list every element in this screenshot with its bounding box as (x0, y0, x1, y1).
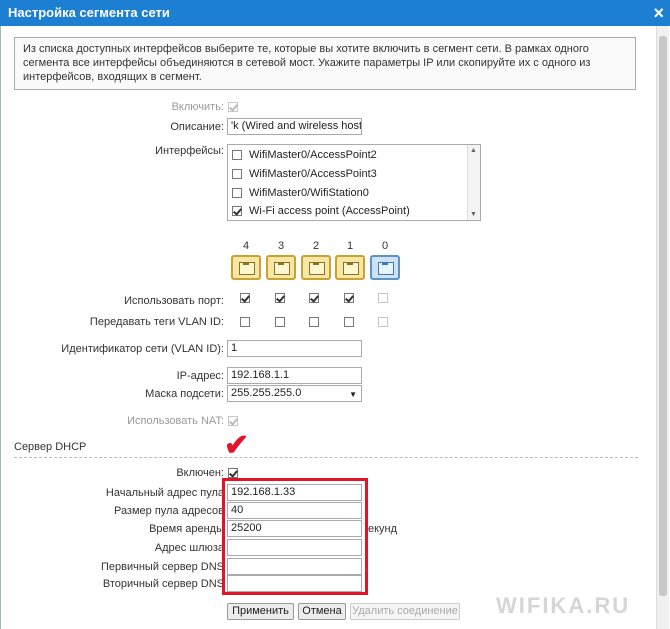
dhcp-section-title: Сервер DHCP (14, 441, 87, 453)
interface-checkbox[interactable] (232, 169, 242, 179)
lease-label: Время аренды (149, 523, 224, 535)
mask-value: 255.255.255.0 (231, 387, 302, 399)
enable-label: Включить: (171, 101, 224, 113)
scroll-up-icon[interactable]: ▲ (470, 147, 477, 154)
dhcp-enabled-checkbox[interactable] (228, 468, 238, 478)
dns1-label: Первичный сервер DNS (100, 561, 224, 573)
interface-checkbox[interactable] (232, 188, 242, 198)
interface-label: Wi-Fi access point (AccessPoint) (249, 205, 410, 217)
use-port-label: Использовать порт: (124, 295, 224, 307)
dns2-label: Вторичный сервер DNS (102, 578, 224, 590)
nat-label: Использовать NAT: (127, 415, 224, 427)
vlan-tag-checkbox[interactable] (240, 317, 250, 327)
highlight-box (222, 478, 368, 595)
port-number: 4 (242, 240, 250, 252)
vlan-tag-checkbox (378, 317, 388, 327)
ethernet-port-icon (266, 255, 296, 280)
dialog-scrollbar[interactable] (656, 26, 669, 629)
use-port-checkbox[interactable] (309, 293, 319, 303)
red-checkmark-icon: ✔ (224, 429, 250, 462)
ethernet-port-icon (335, 255, 365, 280)
cancel-button[interactable]: Отмена (298, 603, 346, 620)
scrollbar-thumb[interactable] (659, 36, 667, 596)
port-number: 0 (381, 240, 389, 252)
nat-checkbox[interactable] (228, 416, 238, 426)
gateway-label: Адрес шлюза (154, 542, 224, 554)
interface-label: WifiMaster0/AccessPoint2 (249, 149, 377, 161)
chevron-down-icon: ▼ (349, 390, 357, 399)
mask-label: Маска подсети: (145, 388, 224, 400)
pool-start-label: Начальный адрес пула (105, 487, 224, 499)
interfaces-label: Интерфейсы: (155, 145, 224, 157)
interfaces-list[interactable]: WifiMaster0/AccessPoint2 WifiMaster0/Acc… (227, 144, 481, 221)
window-titlebar: Настройка сегмента сети × (0, 0, 670, 26)
port-number: 2 (312, 240, 320, 252)
ip-label: IP-адрес: (176, 370, 224, 382)
interface-checkbox[interactable] (232, 206, 242, 216)
interface-label: WifiMaster0/AccessPoint3 (249, 168, 377, 180)
vlan-tag-checkbox[interactable] (275, 317, 285, 327)
section-divider (14, 457, 638, 458)
use-port-checkbox[interactable] (240, 293, 250, 303)
use-port-checkbox[interactable] (344, 293, 354, 303)
vlan-tag-checkbox[interactable] (309, 317, 319, 327)
use-port-checkbox (378, 293, 388, 303)
apply-button[interactable]: Применить (227, 603, 294, 620)
port-number: 1 (346, 240, 354, 252)
description-label: Описание: (170, 121, 224, 133)
use-port-checkbox[interactable] (275, 293, 285, 303)
ethernet-port-icon (301, 255, 331, 280)
delete-connection-button[interactable]: Удалить соединение (350, 603, 460, 620)
scroll-down-icon[interactable]: ▼ (470, 211, 477, 218)
wan-port-icon (370, 255, 400, 280)
info-text: Из списка доступных интерфейсов выберите… (14, 37, 636, 90)
mask-select[interactable]: 255.255.255.0 ▼ (227, 385, 362, 402)
interface-label: WifiMaster0/WifiStation0 (249, 187, 369, 199)
vlan-tag-checkbox[interactable] (344, 317, 354, 327)
lease-unit: екунд (368, 523, 398, 535)
enable-checkbox[interactable] (228, 102, 238, 112)
ethernet-port-icon (231, 255, 261, 280)
window-title: Настройка сегмента сети (8, 5, 170, 20)
pool-size-label: Размер пула адресов (113, 505, 224, 517)
dhcp-enabled-label: Включен: (176, 467, 224, 479)
watermark-logo: WIFIKA.RU (496, 593, 631, 618)
list-scrollbar[interactable]: ▲ ▼ (467, 145, 480, 220)
interface-checkbox[interactable] (232, 150, 242, 160)
port-number: 3 (277, 240, 285, 252)
ip-input[interactable]: 192.168.1.1 (227, 367, 362, 384)
vlan-id-label: Идентификатор сети (VLAN ID): (61, 343, 224, 355)
vlan-id-input[interactable]: 1 (227, 340, 362, 357)
close-icon[interactable]: × (653, 0, 664, 26)
description-input[interactable]: 'k (Wired and wireless hosts) (227, 118, 362, 135)
vlan-tags-label: Передавать теги VLAN ID: (89, 316, 224, 328)
